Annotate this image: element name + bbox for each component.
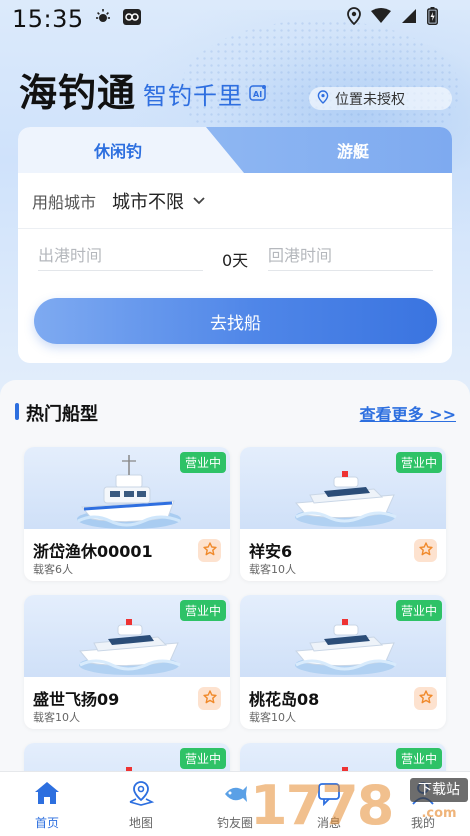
find-boat-button[interactable]: 去找船 — [34, 298, 437, 344]
boat-image: 营业中 — [240, 595, 446, 677]
nav-messages-label: 消息 — [316, 816, 341, 830]
city-row: 用船城市 城市不限 — [18, 173, 452, 229]
nav-home[interactable]: 首页 — [0, 772, 94, 836]
map-pin-icon — [127, 780, 155, 810]
section-marker — [15, 403, 19, 420]
boat-image: 营业中 — [24, 447, 230, 529]
battery-icon — [427, 7, 438, 25]
location-permission-button[interactable]: 位置未授权 — [309, 87, 452, 110]
location-status-text: 位置未授权 — [335, 91, 405, 108]
section-title: 热门船型 — [26, 404, 98, 425]
yacht-icon — [294, 471, 397, 527]
nav-anglers[interactable]: 钓友圈 — [188, 772, 282, 836]
fish-icon — [221, 780, 249, 810]
city-select[interactable]: 城市不限 — [112, 188, 206, 214]
boat-image: 营业中 — [240, 447, 446, 529]
status-badge: 营业中 — [179, 600, 226, 621]
nav-anglers-label: 钓友圈 — [216, 816, 253, 830]
favorite-button[interactable] — [414, 539, 437, 562]
location-pin-icon — [317, 89, 329, 108]
signal-icon — [401, 8, 417, 24]
favorite-button[interactable] — [198, 687, 221, 710]
app-notification-icon — [122, 8, 142, 26]
tab-leisure-fishing-label: 休闲钓 — [93, 142, 142, 161]
star-icon — [202, 541, 217, 560]
nav-messages[interactable]: 消息 — [282, 772, 376, 836]
boat-name: 盛世飞扬09 — [33, 690, 120, 709]
boat-search-card: 休闲钓 游艇 用船城市 城市不限 0天 去找船 — [18, 127, 452, 363]
message-icon — [315, 780, 343, 810]
brightness-icon — [94, 8, 112, 26]
return-time-input[interactable] — [268, 241, 433, 271]
status-badge: 营业中 — [179, 748, 226, 769]
trip-days: 0天 — [222, 251, 249, 270]
boat-card[interactable]: 营业中 桃花岛08 载客10人 — [240, 595, 446, 729]
nav-profile[interactable]: 我的 — [376, 772, 470, 836]
boat-capacity: 载客10人 — [249, 563, 296, 576]
tab-leisure-fishing[interactable]: 休闲钓 — [18, 127, 244, 173]
boat-name: 浙岱渔休00001 — [33, 542, 153, 561]
home-icon — [33, 780, 61, 810]
app-slogan: 智钓千里 — [143, 82, 243, 110]
star-icon — [202, 689, 217, 708]
ai-icon: AI — [249, 84, 267, 102]
boat-name: 祥安6 — [249, 542, 293, 561]
boat-capacity: 载客10人 — [249, 711, 296, 724]
depart-time-input[interactable] — [38, 241, 203, 271]
yacht-icon — [78, 619, 181, 675]
yacht-icon — [294, 619, 397, 675]
wifi-icon — [371, 8, 391, 24]
status-badge: 营业中 — [395, 748, 442, 769]
city-value: 城市不限 — [112, 191, 185, 213]
user-icon — [409, 780, 437, 810]
city-label: 用船城市 — [32, 192, 97, 212]
star-icon — [418, 689, 433, 708]
boat-name: 桃花岛08 — [249, 690, 320, 709]
status-badge: 营业中 — [179, 452, 226, 473]
bottom-nav: 首页 地图 钓友圈 消息 我的 — [0, 771, 470, 836]
boat-card[interactable]: 营业中 祥安6 载客10人 — [240, 447, 446, 581]
status-badge: 营业中 — [395, 452, 442, 473]
tab-yacht[interactable]: 游艇 — [278, 127, 428, 173]
fishing-boat-icon — [77, 455, 181, 529]
app-title: 海钓通 — [19, 70, 137, 115]
boat-image: 营业中 — [24, 595, 230, 677]
location-status-icon — [347, 7, 361, 25]
chevron-down-icon — [192, 190, 206, 211]
nav-profile-label: 我的 — [410, 816, 435, 830]
favorite-button[interactable] — [198, 539, 221, 562]
nav-map-label: 地图 — [128, 816, 153, 830]
boat-card[interactable]: 营业中 浙岱渔休00001 载客6人 — [24, 447, 230, 581]
status-badge: 营业中 — [395, 600, 442, 621]
svg-text:AI: AI — [253, 90, 262, 99]
favorite-button[interactable] — [414, 687, 437, 710]
hot-boats-section: 热门船型 查看更多 >> 营业中 浙岱渔休00001 载客6人 营业中 祥安6 … — [0, 380, 470, 836]
nav-home-label: 首页 — [34, 816, 59, 830]
boat-capacity: 载客6人 — [33, 563, 73, 576]
status-time: 15:35 — [12, 5, 84, 33]
date-row: 0天 — [18, 229, 452, 281]
boat-card[interactable]: 营业中 盛世飞扬09 载客10人 — [24, 595, 230, 729]
boat-capacity: 载客10人 — [33, 711, 80, 724]
nav-map[interactable]: 地图 — [94, 772, 188, 836]
view-more-link[interactable]: 查看更多 >> — [360, 401, 456, 425]
star-icon — [418, 541, 433, 560]
status-bar: 15:35 — [0, 0, 470, 36]
